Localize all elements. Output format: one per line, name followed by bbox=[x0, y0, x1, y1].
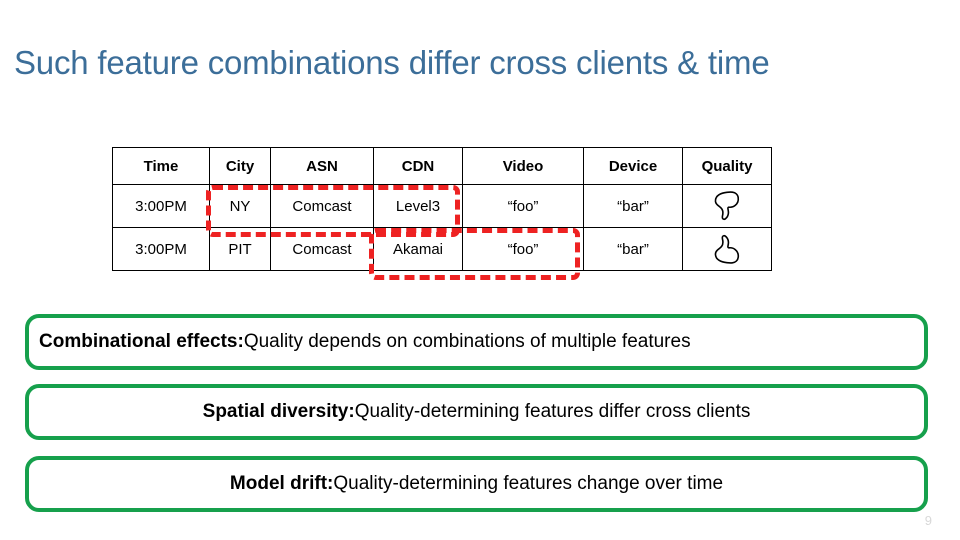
cell-video: “foo” bbox=[462, 227, 584, 271]
cell-device: “bar” bbox=[583, 184, 683, 228]
cell-quality bbox=[682, 184, 772, 228]
cell-device: “bar” bbox=[583, 227, 683, 271]
cell-asn: Comcast bbox=[270, 184, 374, 228]
callout-spatial-diversity: Spatial diversity: Quality-determining f… bbox=[25, 384, 928, 440]
cell-time: 3:00PM bbox=[112, 184, 210, 228]
table-header-row: Time City ASN CDN Video Device Quality bbox=[112, 147, 772, 185]
page-number: 9 bbox=[924, 513, 932, 528]
column-header-device: Device bbox=[583, 147, 683, 185]
table-row: 3:00PM NY Comcast Level3 “foo” “bar” bbox=[112, 184, 772, 228]
cell-time: 3:00PM bbox=[112, 227, 210, 271]
callout-lead: Spatial diversity: bbox=[202, 401, 355, 422]
cell-asn: Comcast bbox=[270, 227, 374, 271]
thumbs-down-icon bbox=[683, 189, 771, 223]
cell-quality bbox=[682, 227, 772, 271]
feature-table: Time City ASN CDN Video Device Quality 3… bbox=[112, 147, 772, 271]
cell-cdn: Akamai bbox=[373, 227, 463, 271]
cell-video: “foo” bbox=[462, 184, 584, 228]
slide-title: Such feature combinations differ cross c… bbox=[14, 44, 770, 81]
callout-lead: Combinational effects: bbox=[39, 331, 244, 352]
callout-text: Quality-determining features change over… bbox=[333, 473, 724, 494]
callout-model-drift: Model drift: Quality-determining feature… bbox=[25, 456, 928, 512]
column-header-cdn: CDN bbox=[373, 147, 463, 185]
cell-city: NY bbox=[209, 184, 271, 228]
cell-cdn: Level3 bbox=[373, 184, 463, 228]
thumbs-up-icon bbox=[683, 232, 771, 266]
callout-text: Quality-determining features differ cros… bbox=[354, 401, 751, 422]
callout-text: Quality depends on combinations of multi… bbox=[243, 331, 691, 352]
callout-combinational-effects: Combinational effects: Quality depends o… bbox=[25, 314, 928, 370]
column-header-video: Video bbox=[462, 147, 584, 185]
column-header-city: City bbox=[209, 147, 271, 185]
column-header-time: Time bbox=[112, 147, 210, 185]
column-header-quality: Quality bbox=[682, 147, 772, 185]
table-row: 3:00PM PIT Comcast Akamai “foo” “bar” bbox=[112, 227, 772, 271]
column-header-asn: ASN bbox=[270, 147, 374, 185]
callout-lead: Model drift: bbox=[229, 473, 334, 494]
cell-city: PIT bbox=[209, 227, 271, 271]
